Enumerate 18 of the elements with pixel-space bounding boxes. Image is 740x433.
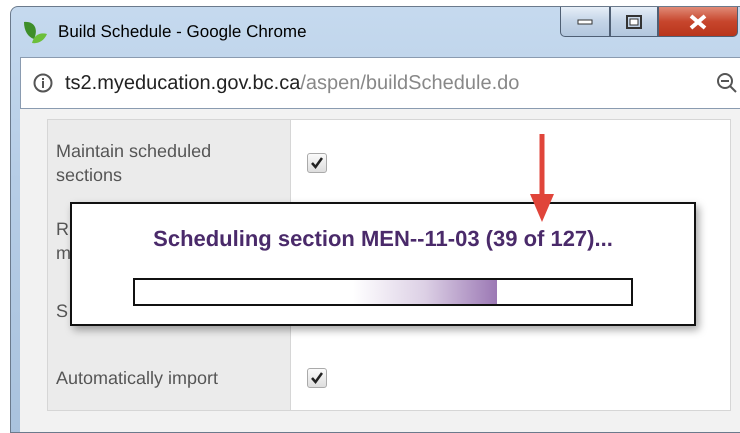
minimize-button[interactable] xyxy=(560,7,610,37)
checkbox[interactable] xyxy=(307,153,327,173)
url-text: ts2.myeducation.gov.bc.ca/aspen/buildSchedule.do xyxy=(65,72,520,94)
info-icon xyxy=(33,73,53,93)
checkmark-icon xyxy=(311,157,323,169)
checkbox[interactable] xyxy=(307,368,327,388)
address-bar[interactable]: ts2.myeducation.gov.bc.ca/aspen/buildSchedule.do xyxy=(20,57,740,109)
zoom-out-icon[interactable] xyxy=(716,72,738,94)
minimize-icon xyxy=(577,18,593,24)
option-label: Maintain scheduled sections xyxy=(48,120,291,206)
checkmark-icon xyxy=(311,372,323,384)
option-label: Automatically import xyxy=(48,346,291,410)
close-icon xyxy=(688,14,708,30)
close-button[interactable] xyxy=(658,7,738,37)
leaf-logo-icon xyxy=(22,19,48,45)
maximize-icon xyxy=(626,14,642,28)
window-title: Build Schedule - Google Chrome xyxy=(58,22,307,42)
maximize-button[interactable] xyxy=(610,7,658,37)
